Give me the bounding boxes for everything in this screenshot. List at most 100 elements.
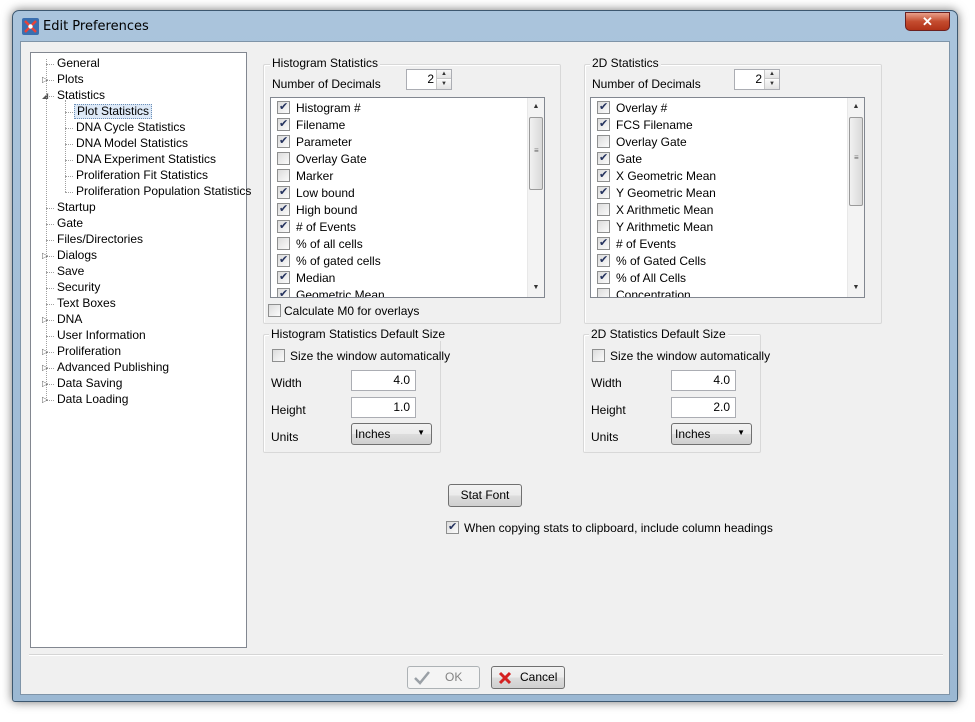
stat-option-label: Gate [616,152,643,166]
2d-width-field[interactable]: 4.0 [671,370,736,391]
checkbox-icon[interactable] [597,168,610,183]
window-title: Edit Preferences [43,19,149,34]
2d-list-scrollbar[interactable]: ▲ ≡ ▼ [847,98,864,297]
stat-option-label: Filename [296,118,346,132]
scrollbar-thumb[interactable]: ≡ [529,117,543,190]
histogram-default-size-title: Histogram Statistics Default Size [269,327,448,341]
checkbox-icon[interactable] [277,100,290,115]
checkbox-icon[interactable] [592,349,605,363]
2d-auto-size-checkbox[interactable]: Size the window automatically [592,348,770,364]
stat-option-row[interactable]: Gate [597,151,642,168]
checkbox-icon[interactable] [597,270,610,285]
stat-option-row[interactable]: X Geometric Mean [597,168,716,185]
histogram-units-select[interactable]: Inches ▼ [351,423,432,445]
stat-option-row[interactable]: Y Geometric Mean [597,185,716,202]
spin-down-icon[interactable]: ▼ [765,80,779,89]
stat-option-label: % of All Cells [616,271,687,285]
close-button[interactable]: ✕ [905,12,950,31]
stat-option-row[interactable]: % of Gated Cells [597,253,706,270]
checkbox-icon[interactable] [277,237,290,251]
checkbox-icon[interactable] [597,203,610,217]
histogram-decimals-stepper[interactable]: 2 ▲ ▼ [406,69,452,90]
checkbox-icon[interactable] [597,253,610,268]
stat-option-row[interactable]: FCS Filename [597,117,693,134]
histogram-height-field[interactable]: 1.0 [351,397,416,418]
checkbox-icon[interactable] [277,152,290,166]
preferences-tree[interactable]: General Plots ▷ Statistics ◢ Plot Statistics D… [30,52,251,648]
stat-option-row[interactable]: High bound [277,202,357,219]
checkbox-icon[interactable] [597,220,610,234]
spin-down-icon[interactable]: ▼ [437,80,451,89]
checkbox-icon[interactable] [277,169,290,183]
stat-option-row[interactable]: Concentration [597,287,691,297]
stat-option-row[interactable]: % of gated cells [277,253,381,270]
stat-font-button[interactable]: Stat Font [448,484,522,507]
tree-item-label: General [57,56,100,70]
checkbox-icon[interactable] [277,134,290,149]
checkbox-icon[interactable] [277,287,290,297]
scroll-down-icon[interactable]: ▼ [848,280,864,296]
spin-up-icon[interactable]: ▲ [437,70,451,79]
histogram-width-field[interactable]: 4.0 [351,370,416,391]
checkbox-icon[interactable] [277,185,290,200]
stat-option-row[interactable]: Overlay Gate [277,151,367,168]
stat-option-row[interactable]: # of Events [277,219,356,236]
copy-headings-checkbox[interactable]: When copying stats to clipboard, include… [446,520,773,536]
cancel-button[interactable]: Cancel [491,666,565,689]
checkbox-icon[interactable] [597,236,610,251]
stat-option-row[interactable]: Low bound [277,185,355,202]
2d-units-label: Units [591,430,619,444]
checkbox-icon[interactable] [277,202,290,217]
histogram-decimals-label: Number of Decimals [272,77,381,91]
scroll-up-icon[interactable]: ▲ [848,99,864,115]
ok-button[interactable]: OK [407,666,480,689]
stat-option-row[interactable]: Y Arithmetic Mean [597,219,713,236]
2d-width-label: Width [591,376,622,390]
checkbox-icon[interactable] [277,117,290,132]
checkbox-icon[interactable] [597,135,610,149]
stat-option-row[interactable]: Marker [277,168,333,185]
histogram-width-label: Width [271,376,302,390]
histogram-auto-size-checkbox[interactable]: Size the window automatically [272,348,450,364]
checkbox-icon[interactable] [597,288,610,297]
stat-option-label: % of gated cells [296,254,381,268]
stat-option-row[interactable]: Overlay Gate [597,134,687,151]
2d-units-select[interactable]: Inches ▼ [671,423,752,445]
tree-item-label: Proliferation Fit Statistics [76,168,209,182]
histogram-list-scrollbar[interactable]: ▲ ≡ ▼ [527,98,544,297]
checkbox-icon[interactable] [446,520,459,535]
scroll-down-icon[interactable]: ▼ [528,280,544,296]
title-bar[interactable]: Edit Preferences ✕ [13,11,957,41]
checkbox-icon[interactable] [277,270,290,285]
checkbox-icon[interactable] [272,349,285,363]
stat-option-row[interactable]: Overlay # [597,100,667,117]
checkbox-icon[interactable] [277,219,290,234]
stat-option-row[interactable]: Geometric Mean [277,287,385,297]
stat-option-row[interactable]: % of all cells [277,236,363,253]
scrollbar-thumb[interactable]: ≡ [849,117,863,206]
app-icon [22,18,39,35]
stat-option-row[interactable]: % of All Cells [597,270,686,287]
stat-option-row[interactable]: Parameter [277,134,352,151]
checkbox-icon[interactable] [277,253,290,268]
histogram-statistics-list[interactable]: ▲ ≡ ▼ Histogram # Filename Parameter Overla… [270,97,545,298]
checkbox-icon[interactable] [597,100,610,115]
stat-option-row[interactable]: # of Events [597,236,676,253]
tree-item-label: Startup [57,200,96,214]
checkbox-icon[interactable] [268,304,281,318]
checkbox-icon[interactable] [597,151,610,166]
calculate-m0-checkbox[interactable]: Calculate M0 for overlays [268,303,419,319]
stat-option-label: Histogram # [296,101,361,115]
stat-option-row[interactable]: X Arithmetic Mean [597,202,713,219]
spin-up-icon[interactable]: ▲ [765,70,779,79]
2d-height-field[interactable]: 2.0 [671,397,736,418]
2d-statistics-list[interactable]: ▲ ≡ ▼ Overlay # FCS Filename Overlay Gate G… [590,97,865,298]
tree-item-label: DNA Model Statistics [76,136,189,150]
checkbox-icon[interactable] [597,185,610,200]
checkbox-icon[interactable] [597,117,610,132]
stat-option-row[interactable]: Median [277,270,335,287]
stat-option-row[interactable]: Filename [277,117,345,134]
stat-option-row[interactable]: Histogram # [277,100,361,117]
2d-decimals-stepper[interactable]: 2 ▲ ▼ [734,69,780,90]
scroll-up-icon[interactable]: ▲ [528,99,544,115]
